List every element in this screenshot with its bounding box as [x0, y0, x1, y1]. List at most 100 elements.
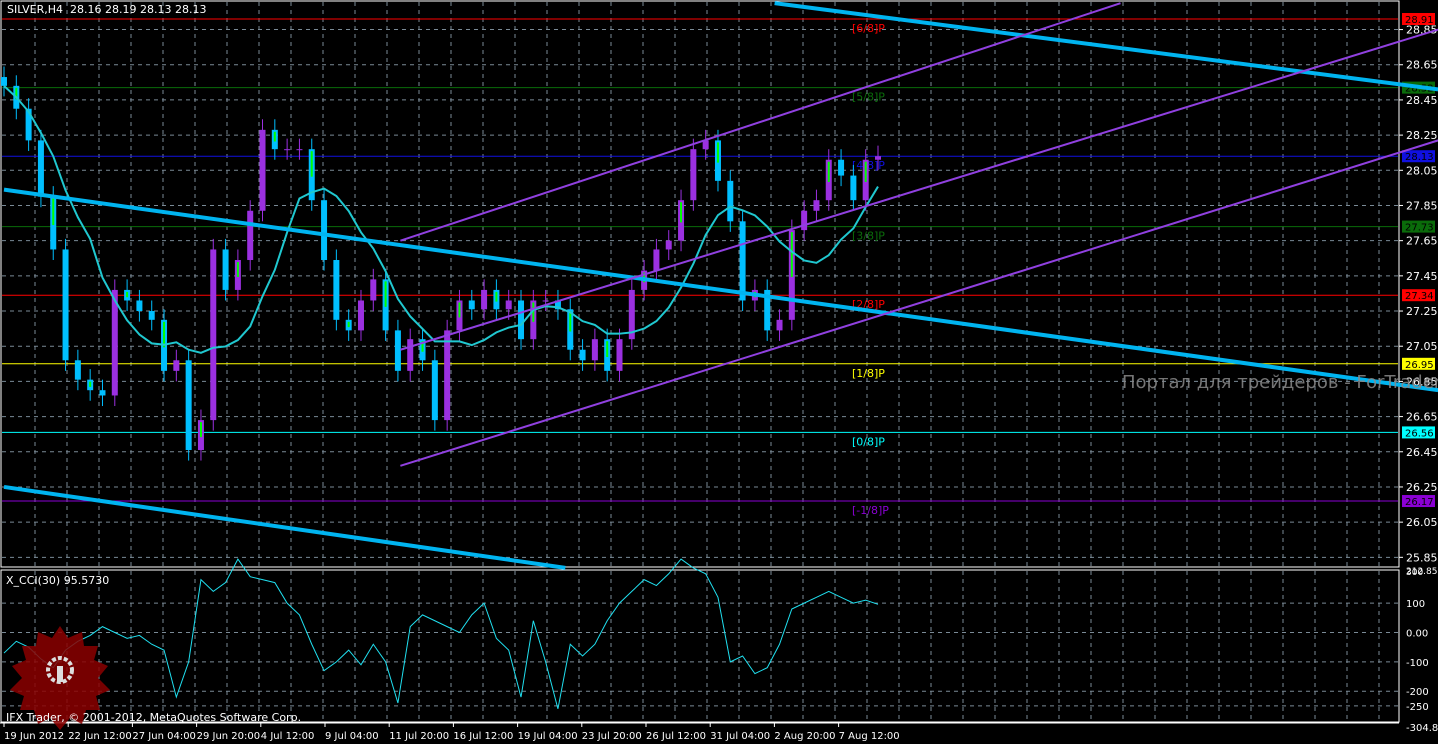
y-tick-label: 26.65 [1406, 411, 1438, 424]
candle-highlight [52, 198, 55, 226]
candle-highlight [827, 161, 830, 182]
cci-tick-label: -304.821 [1406, 723, 1438, 734]
x-tick-label: 7 Aug 12:00 [839, 731, 900, 742]
candle-highlight [163, 321, 166, 348]
candle-body [394, 330, 401, 371]
y-tick-label: 25.85 [1406, 551, 1438, 564]
candle-body [173, 360, 180, 371]
support-line-lower[interactable] [3, 484, 566, 570]
resistance-line-1[interactable] [3, 187, 1438, 393]
cci-panel-frame [0, 569, 1400, 723]
candle-body [111, 289, 118, 396]
high-price: 28.19 [105, 3, 137, 16]
candle-body [468, 300, 475, 310]
cci-tick-label: -100 [1406, 658, 1429, 669]
open-price: 28.16 [70, 3, 102, 16]
candle-body [591, 339, 598, 361]
murrey-level-label: [5/8]P [852, 91, 885, 104]
low-price: 28.13 [140, 3, 172, 16]
candle-body [185, 360, 192, 451]
x-tick-label: 16 Jul 12:00 [453, 731, 513, 742]
x-tick-label: 11 Jul 20:00 [389, 731, 449, 742]
candle-highlight [569, 311, 572, 332]
candle-highlight [89, 381, 92, 387]
y-tick-label: 26.25 [1406, 481, 1438, 494]
y-tick-label: 26.45 [1406, 446, 1438, 459]
candle-highlight [495, 291, 498, 302]
candle-highlight [790, 232, 793, 277]
cci-tick-label: 212.857 [1406, 567, 1438, 577]
candle-body [850, 175, 857, 201]
candle-highlight [680, 202, 683, 223]
candle-highlight [384, 281, 387, 307]
candle-body [407, 339, 414, 371]
price-tag-label: 26.17 [1405, 497, 1434, 508]
candle-body [370, 279, 377, 301]
candle-body [616, 339, 623, 371]
y-tick-label: 27.25 [1406, 305, 1438, 318]
murrey-level-label: [3/8]P [852, 230, 885, 243]
candle-body [776, 319, 783, 331]
x-tick-label: 2 Aug 20:00 [774, 731, 835, 742]
murrey-level-label: [6/8]P [852, 22, 885, 35]
candle-body [74, 360, 81, 380]
candle-body [727, 180, 734, 222]
candle-body [665, 240, 672, 250]
candle-body [247, 210, 254, 261]
symbol-label: SILVER,H4 [7, 3, 64, 16]
murrey-level-label: [1/8]P [852, 367, 885, 380]
cci-label: X_CCI(30) 95.5730 [6, 574, 110, 587]
x-tick-label: 31 Jul 04:00 [710, 731, 770, 742]
candle-body [333, 260, 340, 320]
candle-body [321, 200, 328, 261]
price-tag-label: 26.95 [1405, 360, 1434, 371]
x-tick-label: 26 Jul 12:00 [646, 731, 706, 742]
candle-body [210, 249, 217, 421]
candle-body [62, 249, 69, 361]
y-tick-label: 28.25 [1406, 129, 1438, 142]
cci-tick-label: -200 [1406, 687, 1429, 698]
price-tag-label: 27.73 [1405, 223, 1434, 234]
murrey-level-label: [0/8]P [852, 435, 885, 448]
candle-highlight [126, 291, 129, 298]
cci-tick-label: 100 [1406, 599, 1425, 610]
watermark: Портал для трейдеров - ForTrader.ru [1122, 372, 1438, 393]
cci-line [3, 558, 879, 709]
candle-body [481, 289, 488, 310]
price-tag-label: 28.13 [1405, 152, 1434, 163]
x-tick-label: 19 Jul 04:00 [518, 731, 578, 742]
copyright-text: IFX Trader, © 2001-2012, MetaQuotes Soft… [6, 711, 302, 724]
x-tick-label: 29 Jun 20:00 [197, 731, 261, 742]
candle-body [148, 311, 155, 320]
x-tick-label: 27 Jun 04:00 [132, 731, 196, 742]
candle-body [99, 390, 106, 396]
candle-highlight [716, 142, 719, 163]
murrey-level-label: [-1/8]P [852, 504, 889, 517]
resistance-line-upper[interactable] [774, 1, 1438, 92]
candle-body [296, 149, 303, 151]
candle-highlight [606, 341, 609, 358]
candle-body [37, 140, 44, 197]
x-tick-label: 4 Jul 12:00 [261, 731, 315, 742]
y-tick-label: 27.45 [1406, 270, 1438, 283]
candle-body [284, 149, 291, 151]
candle-highlight [347, 321, 350, 328]
y-tick-label: 27.65 [1406, 235, 1438, 248]
candle-body [444, 330, 451, 421]
candle-body [739, 221, 746, 301]
candle-highlight [864, 161, 867, 182]
candle-body [259, 129, 266, 211]
y-tick-label: 28.65 [1406, 59, 1438, 72]
candle-highlight [273, 131, 276, 142]
price-tag-label: 27.34 [1405, 291, 1434, 302]
candle-body [357, 300, 364, 331]
candle-body [1, 77, 7, 86]
candle-body [505, 300, 512, 310]
chart-header: SILVER,H4 28.16 28.19 28.13 28.13 [7, 3, 207, 16]
candle-body [801, 210, 808, 231]
cci-tick-label: -250 [1406, 702, 1429, 713]
candle-body [579, 349, 586, 361]
candle-body [813, 200, 820, 211]
candle-body [690, 149, 697, 201]
x-tick-label: 23 Jul 20:00 [582, 731, 642, 742]
